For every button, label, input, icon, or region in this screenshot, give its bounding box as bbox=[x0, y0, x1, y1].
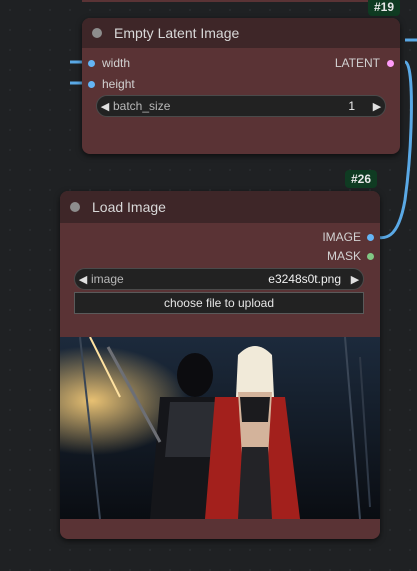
next-arrow-icon[interactable]: ▶ bbox=[347, 273, 363, 286]
node-id-badge-26: #26 bbox=[345, 170, 378, 188]
previous-arrow-icon[interactable]: ◀ bbox=[75, 273, 91, 286]
batch-size-widget[interactable]: ◀ batch_size 1 ▶ bbox=[96, 95, 386, 117]
slot-dot-icon[interactable] bbox=[88, 59, 95, 67]
node-title: Load Image bbox=[92, 199, 166, 215]
slot-label: LATENT bbox=[334, 56, 380, 70]
slot-dot-icon[interactable] bbox=[367, 252, 374, 260]
widget-value: e3248s0t.png bbox=[268, 272, 341, 286]
output-slot-latent[interactable]: LATENT bbox=[335, 56, 394, 70]
slot-label: MASK bbox=[326, 249, 361, 263]
slot-dot-icon[interactable] bbox=[367, 233, 374, 241]
image-preview bbox=[60, 337, 380, 519]
widget-label: batch_size bbox=[113, 99, 171, 113]
choose-file-button[interactable]: choose file to upload bbox=[74, 292, 364, 314]
input-slot-width[interactable]: width bbox=[88, 56, 130, 70]
image-select-widget[interactable]: ◀ image e3248s0t.png ▶ bbox=[74, 268, 364, 290]
widget-label: image bbox=[91, 272, 124, 286]
node-load-image[interactable]: Load Image IMAGE MASK ◀ image e3248s0t.p… bbox=[60, 191, 380, 539]
slot-label: IMAGE bbox=[322, 230, 361, 244]
node-header[interactable]: Load Image bbox=[60, 191, 380, 223]
widget-value: 1 bbox=[348, 99, 355, 113]
output-slot-image[interactable]: IMAGE bbox=[322, 230, 374, 244]
preview-illustration bbox=[60, 337, 380, 519]
slot-label: height bbox=[102, 77, 135, 91]
input-slot-height[interactable]: height bbox=[88, 77, 135, 91]
slot-label: width bbox=[102, 56, 131, 70]
increment-arrow-icon[interactable]: ▶ bbox=[369, 100, 385, 113]
node-title: Empty Latent Image bbox=[114, 25, 240, 41]
node-header[interactable]: Empty Latent Image bbox=[82, 18, 400, 48]
upper-node-edge bbox=[82, 0, 368, 2]
slot-dot-icon[interactable] bbox=[387, 59, 394, 67]
node-empty-latent-image[interactable]: Empty Latent Image width height LATENT ◀… bbox=[82, 18, 400, 154]
collapse-dot-icon[interactable] bbox=[70, 202, 80, 212]
node-id-badge-19: #19 bbox=[368, 0, 401, 16]
collapse-dot-icon[interactable] bbox=[92, 28, 102, 38]
output-slot-mask[interactable]: MASK bbox=[327, 249, 374, 263]
decrement-arrow-icon[interactable]: ◀ bbox=[97, 100, 113, 113]
slot-dot-icon[interactable] bbox=[88, 80, 95, 88]
